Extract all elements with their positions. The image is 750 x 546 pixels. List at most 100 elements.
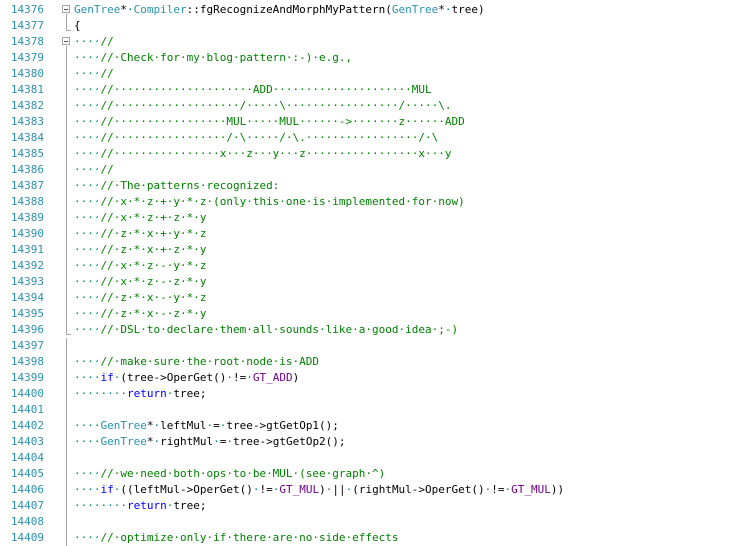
- code-token: ····: [74, 243, 101, 256]
- code-token: ····: [74, 307, 101, 320]
- code-line[interactable]: 14384 ····//·················/·\·····/·\.…: [0, 130, 750, 146]
- code-token: !=: [232, 371, 247, 384]
- code-line[interactable]: 14406 ····if·((leftMul->OperGet()·!=·GT_M…: [0, 482, 750, 498]
- code-line[interactable]: 14390 ····//·z·*·x·+·y·*·z: [0, 226, 750, 242]
- code-text: ········return·tree;: [74, 498, 206, 514]
- fold-guide-comment-end: [66, 334, 71, 335]
- code-token: //·x·*·z·-·y·*·z: [100, 259, 207, 272]
- code-line[interactable]: 14383 ····//·················MUL·····MUL·…: [0, 114, 750, 130]
- code-line[interactable]: 14399 ····if·(tree->OperGet()·!=·GT_ADD): [0, 370, 750, 386]
- line-number: 14400: [10, 387, 44, 400]
- code-token: *: [438, 3, 445, 16]
- code-token: ·: [226, 435, 233, 448]
- code-line[interactable]: 14404: [0, 450, 750, 466]
- code-line[interactable]: 14407 ········return·tree;: [0, 498, 750, 514]
- code-line[interactable]: 14396 ····//·DSL·to·declare·them·all·soun…: [0, 322, 750, 338]
- code-token: //·DSL·to·declare·them·all·sounds·like·a…: [100, 323, 459, 336]
- line-number: 14397: [10, 339, 44, 352]
- code-line[interactable]: 14403 ····GenTree*·rightMul·=·tree->gtGet…: [0, 434, 750, 450]
- code-line[interactable]: 14392 ····//·x·*·z·-·y·*·z: [0, 258, 750, 274]
- code-token: leftMul: [160, 419, 207, 432]
- code-line[interactable]: 14398 ····//·make·sure·the·root·node·is·A…: [0, 354, 750, 370]
- code-line[interactable]: 14389 ····//·x·*·z·+·z·*·y: [0, 210, 750, 226]
- code-token: {: [74, 19, 81, 32]
- code-line[interactable]: 14395 ····//·z·*·x·-·z·*·y: [0, 306, 750, 322]
- code-token: tree;: [173, 387, 207, 400]
- code-line[interactable]: 14408: [0, 514, 750, 530]
- code-token: ····: [74, 435, 101, 448]
- code-line[interactable]: 14394 ····//·z·*·x·-·y·*·z: [0, 290, 750, 306]
- collapse-minus-icon[interactable]: [62, 5, 70, 13]
- code-token: ((leftMul->OperGet(): [120, 483, 253, 496]
- code-line[interactable]: 14382 ····//···················/·····\···…: [0, 98, 750, 114]
- code-token: //·Check·for·my·blog·pattern·:-)·e.g.,: [100, 51, 353, 64]
- line-number: 14399: [10, 371, 44, 384]
- code-line[interactable]: 14401: [0, 402, 750, 418]
- line-number: 14402: [10, 419, 44, 432]
- code-token: return: [126, 499, 167, 512]
- code-line[interactable]: 14391 ····//·z·*·x·+·z·*·y: [0, 242, 750, 258]
- code-text: ····GenTree*·leftMul·=·tree->gtGetOp1();: [74, 418, 339, 434]
- code-token: tree->gtGetOp1();: [226, 419, 339, 432]
- code-line[interactable]: 14386 ····//: [0, 162, 750, 178]
- code-text: ····//·····················ADD··········…: [74, 82, 432, 98]
- code-token: //·The·patterns·recognized:: [100, 179, 280, 192]
- code-token: ····: [74, 483, 101, 496]
- code-line[interactable]: 14380 ····//: [0, 66, 750, 82]
- fold-guide-comment: [66, 46, 67, 334]
- code-line[interactable]: 14393 ····//·x·*·z·-·z·*·y: [0, 274, 750, 290]
- code-line[interactable]: 14387 ····//·The·patterns·recognized:: [0, 178, 750, 194]
- code-line[interactable]: 14409 ····//·optimize·only·if·there·are·n…: [0, 530, 750, 546]
- code-token: rightMul: [160, 435, 214, 448]
- code-line[interactable]: 14381 ····//·····················ADD·····…: [0, 82, 750, 98]
- code-line[interactable]: 14377 {: [0, 18, 750, 34]
- code-token: ····: [74, 179, 101, 192]
- fold-guide-function: [66, 14, 67, 30]
- code-line[interactable]: 14405 ····//·we·need·both·ops·to·be·MUL·(…: [0, 466, 750, 482]
- line-number: 14382: [10, 99, 44, 112]
- code-line[interactable]: 14388 ····//·x·*·z·+·y·*·z·(only·this·one…: [0, 194, 750, 210]
- code-token: //·optimize·only·if·there·are·no·side·ef…: [100, 531, 399, 544]
- code-token: GenTree: [74, 3, 121, 16]
- code-token: //················x···z···y···z·········…: [100, 147, 452, 160]
- line-number: 14408: [10, 515, 44, 528]
- code-line[interactable]: 14385 ····//················x···z···y···z…: [0, 146, 750, 162]
- collapse-minus-icon[interactable]: [62, 37, 70, 45]
- code-line[interactable]: 14376 GenTree*·Compiler::fgRecognizeAndMo…: [0, 2, 750, 18]
- code-text: ····//·z·*·x·-·z·*·y: [74, 306, 206, 322]
- line-number: 14395: [10, 307, 44, 320]
- code-text: ····//·The·patterns·recognized:: [74, 178, 279, 194]
- code-line[interactable]: 14378 ····//: [0, 34, 750, 50]
- code-token: (rightMul->OperGet(): [352, 483, 485, 496]
- code-text: ····//················x···z···y···z·····…: [74, 146, 452, 162]
- code-text: GenTree*·Compiler::fgRecognizeAndMorphMy…: [74, 2, 485, 18]
- line-number: 14392: [10, 259, 44, 272]
- code-token: ····: [74, 467, 101, 480]
- code-editor[interactable]: 14376 GenTree*·Compiler::fgRecognizeAndMo…: [0, 0, 750, 546]
- code-line[interactable]: 14379 ····//·Check·for·my·blog·pattern·:-…: [0, 50, 750, 66]
- code-token: ····: [74, 99, 101, 112]
- code-text: ····//·optimize·only·if·there·are·no·sid…: [74, 530, 399, 546]
- code-token: ····: [74, 131, 101, 144]
- code-token: tree): [451, 3, 485, 16]
- fold-guide-body: [66, 338, 67, 546]
- line-number: 14388: [10, 195, 44, 208]
- code-line[interactable]: 14400 ········return·tree;: [0, 386, 750, 402]
- code-token: ····: [74, 419, 101, 432]
- code-text: ····//·z·*·x·-·y·*·z: [74, 290, 206, 306]
- line-number: 14393: [10, 275, 44, 288]
- code-token: //: [100, 163, 114, 176]
- code-token: tree->gtGetOp2();: [232, 435, 346, 448]
- code-text: ····//·x·*·z·+·z·*·y: [74, 210, 206, 226]
- code-token: ····: [74, 211, 101, 224]
- code-token: //·x·*·z·-·z·*·y: [100, 275, 207, 288]
- code-line[interactable]: 14402 ····GenTree*·leftMul·=·tree->gtGetO…: [0, 418, 750, 434]
- code-text: ····//: [74, 162, 114, 178]
- code-text: ····//···················/·····\········…: [74, 98, 452, 114]
- line-number: 14383: [10, 115, 44, 128]
- code-token: ::fgRecognizeAndMorphMyPattern(: [186, 3, 392, 16]
- code-token: //·····················ADD··············…: [100, 83, 432, 96]
- code-line[interactable]: 14397: [0, 338, 750, 354]
- code-token: GT_MUL: [511, 483, 551, 496]
- code-token: GenTree: [100, 435, 147, 448]
